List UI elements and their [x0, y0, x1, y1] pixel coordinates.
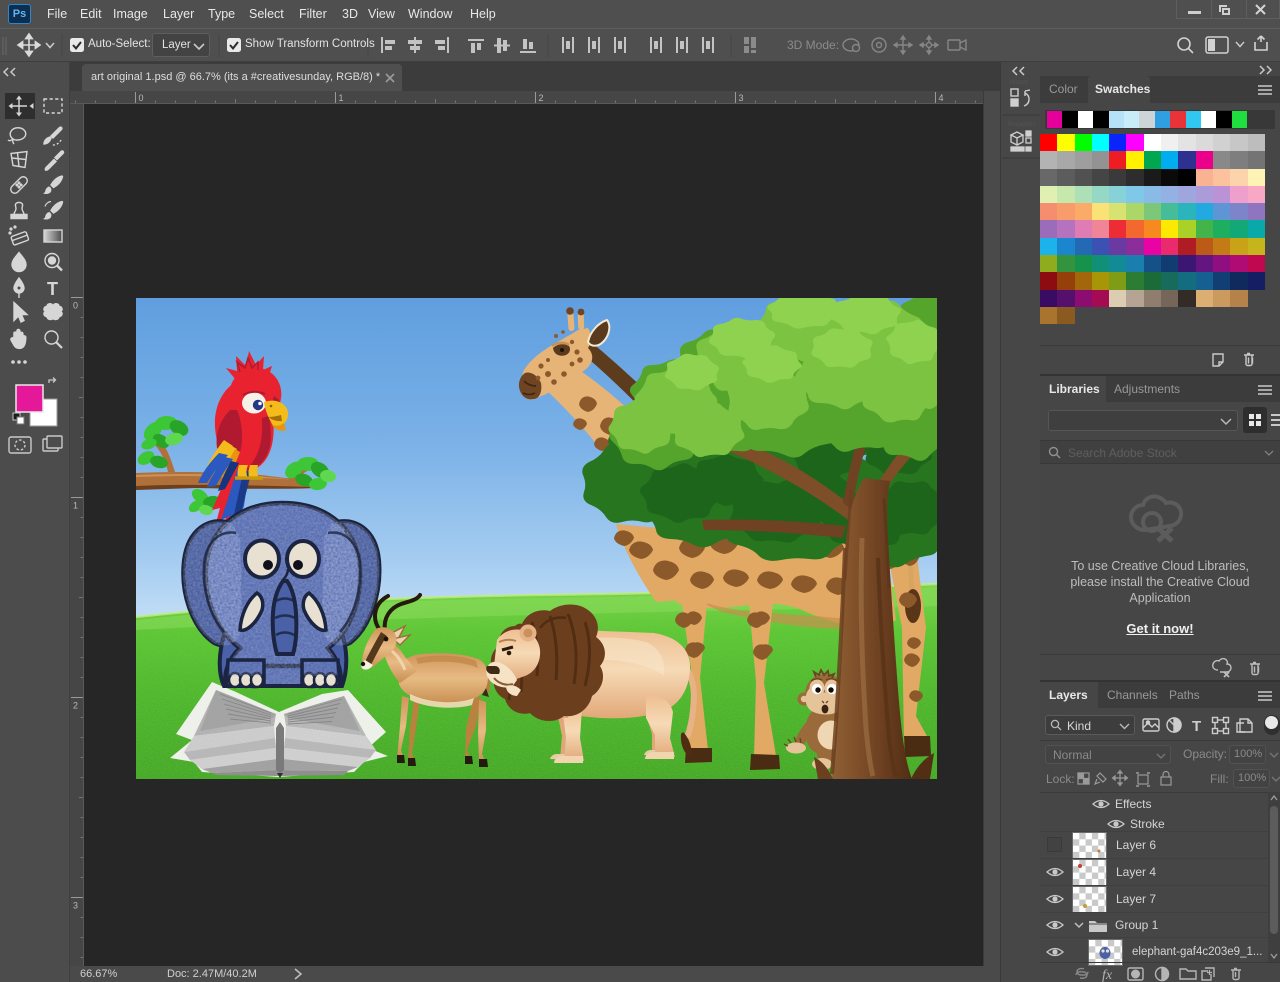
- svg-text:fx: fx: [1102, 968, 1113, 982]
- svg-text:2: 2: [73, 701, 78, 711]
- svg-text:4: 4: [939, 93, 944, 103]
- svg-text:3D Mode:: 3D Mode:: [787, 38, 839, 52]
- svg-text:1: 1: [339, 93, 344, 103]
- svg-text:Properties: Properties: [1008, 122, 1035, 128]
- svg-text:2: 2: [539, 93, 544, 103]
- svg-text:0: 0: [73, 301, 78, 311]
- svg-text:T: T: [1192, 718, 1201, 735]
- svg-text:1: 1: [73, 501, 78, 511]
- svg-text:3: 3: [73, 901, 78, 911]
- svg-text:0: 0: [139, 93, 144, 103]
- svg-text:T: T: [47, 279, 58, 299]
- svg-text:3: 3: [739, 93, 744, 103]
- svg-text:History: History: [1010, 80, 1029, 86]
